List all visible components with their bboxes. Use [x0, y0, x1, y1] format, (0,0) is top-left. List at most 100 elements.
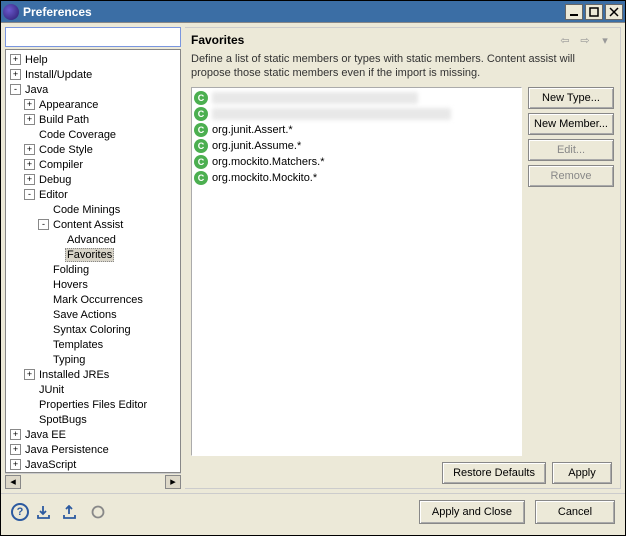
new-type-button[interactable]: New Type... — [528, 87, 614, 109]
tree-item-label: Save Actions — [51, 309, 119, 321]
tree-spacer — [38, 264, 49, 275]
filter-input[interactable] — [5, 27, 181, 47]
tree-item-label: Java Persistence — [23, 444, 111, 456]
tree-item[interactable]: Mark Occurrences — [6, 292, 180, 307]
tree-item-label: Properties Files Editor — [37, 399, 149, 411]
expand-icon[interactable]: + — [24, 174, 35, 185]
expand-icon[interactable]: + — [24, 159, 35, 170]
tree-item[interactable]: -Editor — [6, 187, 180, 202]
expand-icon[interactable]: + — [10, 459, 21, 470]
expand-icon[interactable]: + — [10, 444, 21, 455]
tree-spacer — [52, 234, 63, 245]
list-item[interactable]: C■■■■■■■■■■■■■■■■■■■■■■■■■■■■■■■ — [194, 90, 519, 106]
preferences-tree[interactable]: +Help+Install/Update-Java+Appearance+Bui… — [6, 50, 180, 472]
menu-button[interactable]: ▾ — [596, 32, 614, 48]
class-icon: C — [194, 123, 208, 137]
minimize-button[interactable] — [565, 4, 583, 20]
tree-item[interactable]: JUnit — [6, 382, 180, 397]
tree-item[interactable]: SpotBugs — [6, 412, 180, 427]
tree-item[interactable]: +Install/Update — [6, 67, 180, 82]
apply-button[interactable]: Apply — [552, 462, 612, 484]
class-icon: C — [194, 91, 208, 105]
tree-item[interactable]: +Code Style — [6, 142, 180, 157]
tree-item[interactable]: +Build Path — [6, 112, 180, 127]
page-description: Define a list of static members or types… — [191, 52, 614, 81]
window-title: Preferences — [23, 5, 563, 19]
expand-icon[interactable]: + — [24, 369, 35, 380]
expand-icon[interactable]: + — [10, 54, 21, 65]
tree-item[interactable]: +Appearance — [6, 97, 180, 112]
list-item-label: ■■■■■■■■■■■■■■■■■■■■■■■■■■■■■■■■■■■■ — [212, 108, 451, 120]
scroll-right-button[interactable]: ▸ — [165, 475, 181, 489]
back-button[interactable]: ⇦ — [556, 32, 574, 48]
list-item-label: org.junit.Assume.* — [212, 140, 301, 152]
tree-item[interactable]: Syntax Coloring — [6, 322, 180, 337]
cancel-button[interactable]: Cancel — [535, 500, 615, 524]
tree-item[interactable]: Save Actions — [6, 307, 180, 322]
expand-icon[interactable]: + — [10, 429, 21, 440]
list-item[interactable]: C■■■■■■■■■■■■■■■■■■■■■■■■■■■■■■■■■■■■ — [194, 106, 519, 122]
class-icon: C — [194, 171, 208, 185]
tree-item[interactable]: +Compiler — [6, 157, 180, 172]
favorites-list[interactable]: C■■■■■■■■■■■■■■■■■■■■■■■■■■■■■■■C■■■■■■■… — [191, 87, 522, 456]
apply-and-close-button[interactable]: Apply and Close — [419, 500, 525, 524]
tree-item[interactable]: +Installed JREs — [6, 367, 180, 382]
tree-item[interactable]: Advanced — [6, 232, 180, 247]
scroll-left-button[interactable]: ◂ — [5, 475, 21, 489]
tree-item[interactable]: +Java Persistence — [6, 442, 180, 457]
tree-item[interactable]: Templates — [6, 337, 180, 352]
tree-item-label: Appearance — [37, 99, 100, 111]
maximize-button[interactable] — [585, 4, 603, 20]
tree-item[interactable]: Code Minings — [6, 202, 180, 217]
tree-item[interactable]: Favorites — [6, 247, 180, 262]
tree-item[interactable]: Typing — [6, 352, 180, 367]
close-button[interactable] — [605, 4, 623, 20]
tree-item-label: Folding — [51, 264, 91, 276]
tree-item[interactable]: Folding — [6, 262, 180, 277]
tree-item-label: Java — [23, 84, 50, 96]
help-icon[interactable]: ? — [11, 503, 29, 521]
collapse-icon[interactable]: - — [24, 189, 35, 200]
expand-icon[interactable]: + — [10, 69, 21, 80]
collapse-icon[interactable]: - — [10, 84, 21, 95]
tree-item[interactable]: +Debug — [6, 172, 180, 187]
tree-item[interactable]: Properties Files Editor — [6, 397, 180, 412]
restore-defaults-button[interactable]: Restore Defaults — [442, 462, 546, 484]
tree-item[interactable]: +JavaScript — [6, 457, 180, 472]
tree-item-label: Editor — [37, 189, 70, 201]
list-item-label: org.mockito.Mockito.* — [212, 172, 317, 184]
import-icon[interactable] — [37, 505, 55, 519]
tree-item-label: Mark Occurrences — [51, 294, 145, 306]
remove-button[interactable]: Remove — [528, 165, 614, 187]
expand-icon[interactable]: + — [24, 99, 35, 110]
list-item[interactable]: Corg.mockito.Mockito.* — [194, 170, 519, 186]
list-item[interactable]: Corg.junit.Assume.* — [194, 138, 519, 154]
tree-item-label: Content Assist — [51, 219, 125, 231]
tree-item[interactable]: Code Coverage — [6, 127, 180, 142]
tree-item[interactable]: +Java EE — [6, 427, 180, 442]
collapse-icon[interactable]: - — [38, 219, 49, 230]
tree-item[interactable]: Hovers — [6, 277, 180, 292]
horizontal-scrollbar[interactable]: ◂ ▸ — [5, 473, 181, 489]
tree-item-label: SpotBugs — [37, 414, 89, 426]
tree-spacer — [38, 309, 49, 320]
tree-item-label: Installed JREs — [37, 369, 111, 381]
tree-spacer — [24, 129, 35, 140]
titlebar: Preferences — [1, 1, 625, 23]
expand-icon[interactable]: + — [24, 114, 35, 125]
class-icon: C — [194, 139, 208, 153]
tree-item[interactable]: -Java — [6, 82, 180, 97]
tree-item-label: Code Minings — [51, 204, 122, 216]
circle-icon[interactable] — [89, 505, 107, 519]
export-icon[interactable] — [63, 505, 81, 519]
forward-button[interactable]: ⇨ — [576, 32, 594, 48]
list-item[interactable]: Corg.junit.Assert.* — [194, 122, 519, 138]
list-item[interactable]: Corg.mockito.Matchers.* — [194, 154, 519, 170]
expand-icon[interactable]: + — [24, 144, 35, 155]
tree-spacer — [38, 204, 49, 215]
tree-item[interactable]: -Content Assist — [6, 217, 180, 232]
new-member-button[interactable]: New Member... — [528, 113, 614, 135]
page-title: Favorites — [191, 33, 554, 47]
edit-button[interactable]: Edit... — [528, 139, 614, 161]
tree-item[interactable]: +Help — [6, 52, 180, 67]
